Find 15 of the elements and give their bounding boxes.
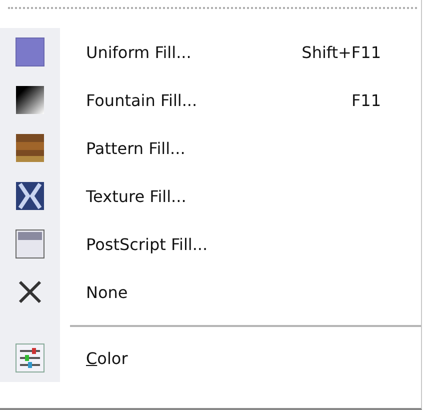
shortcut-text: F11 xyxy=(351,90,381,110)
shortcut-text: Shift+F11 xyxy=(302,42,381,62)
menu-item[interactable]: Color xyxy=(0,334,421,382)
menu-item[interactable]: Uniform Fill... Shift+F11 xyxy=(0,28,421,76)
uniform-fill-icon xyxy=(14,36,46,68)
pattern-fill-icon xyxy=(14,132,46,164)
postscript-fill-icon xyxy=(14,228,46,260)
sliders-icon xyxy=(14,342,46,374)
menu-item[interactable]: PostScript Fill... xyxy=(0,220,421,268)
menu-item[interactable]: Fountain Fill... F11 xyxy=(0,76,421,124)
texture-fill-icon xyxy=(14,180,46,212)
menu-item[interactable]: None xyxy=(0,268,421,316)
gradient-fill-icon xyxy=(14,84,46,116)
menu-item[interactable]: Texture Fill... xyxy=(0,172,421,220)
menu-item[interactable]: Pattern Fill... xyxy=(0,124,421,172)
